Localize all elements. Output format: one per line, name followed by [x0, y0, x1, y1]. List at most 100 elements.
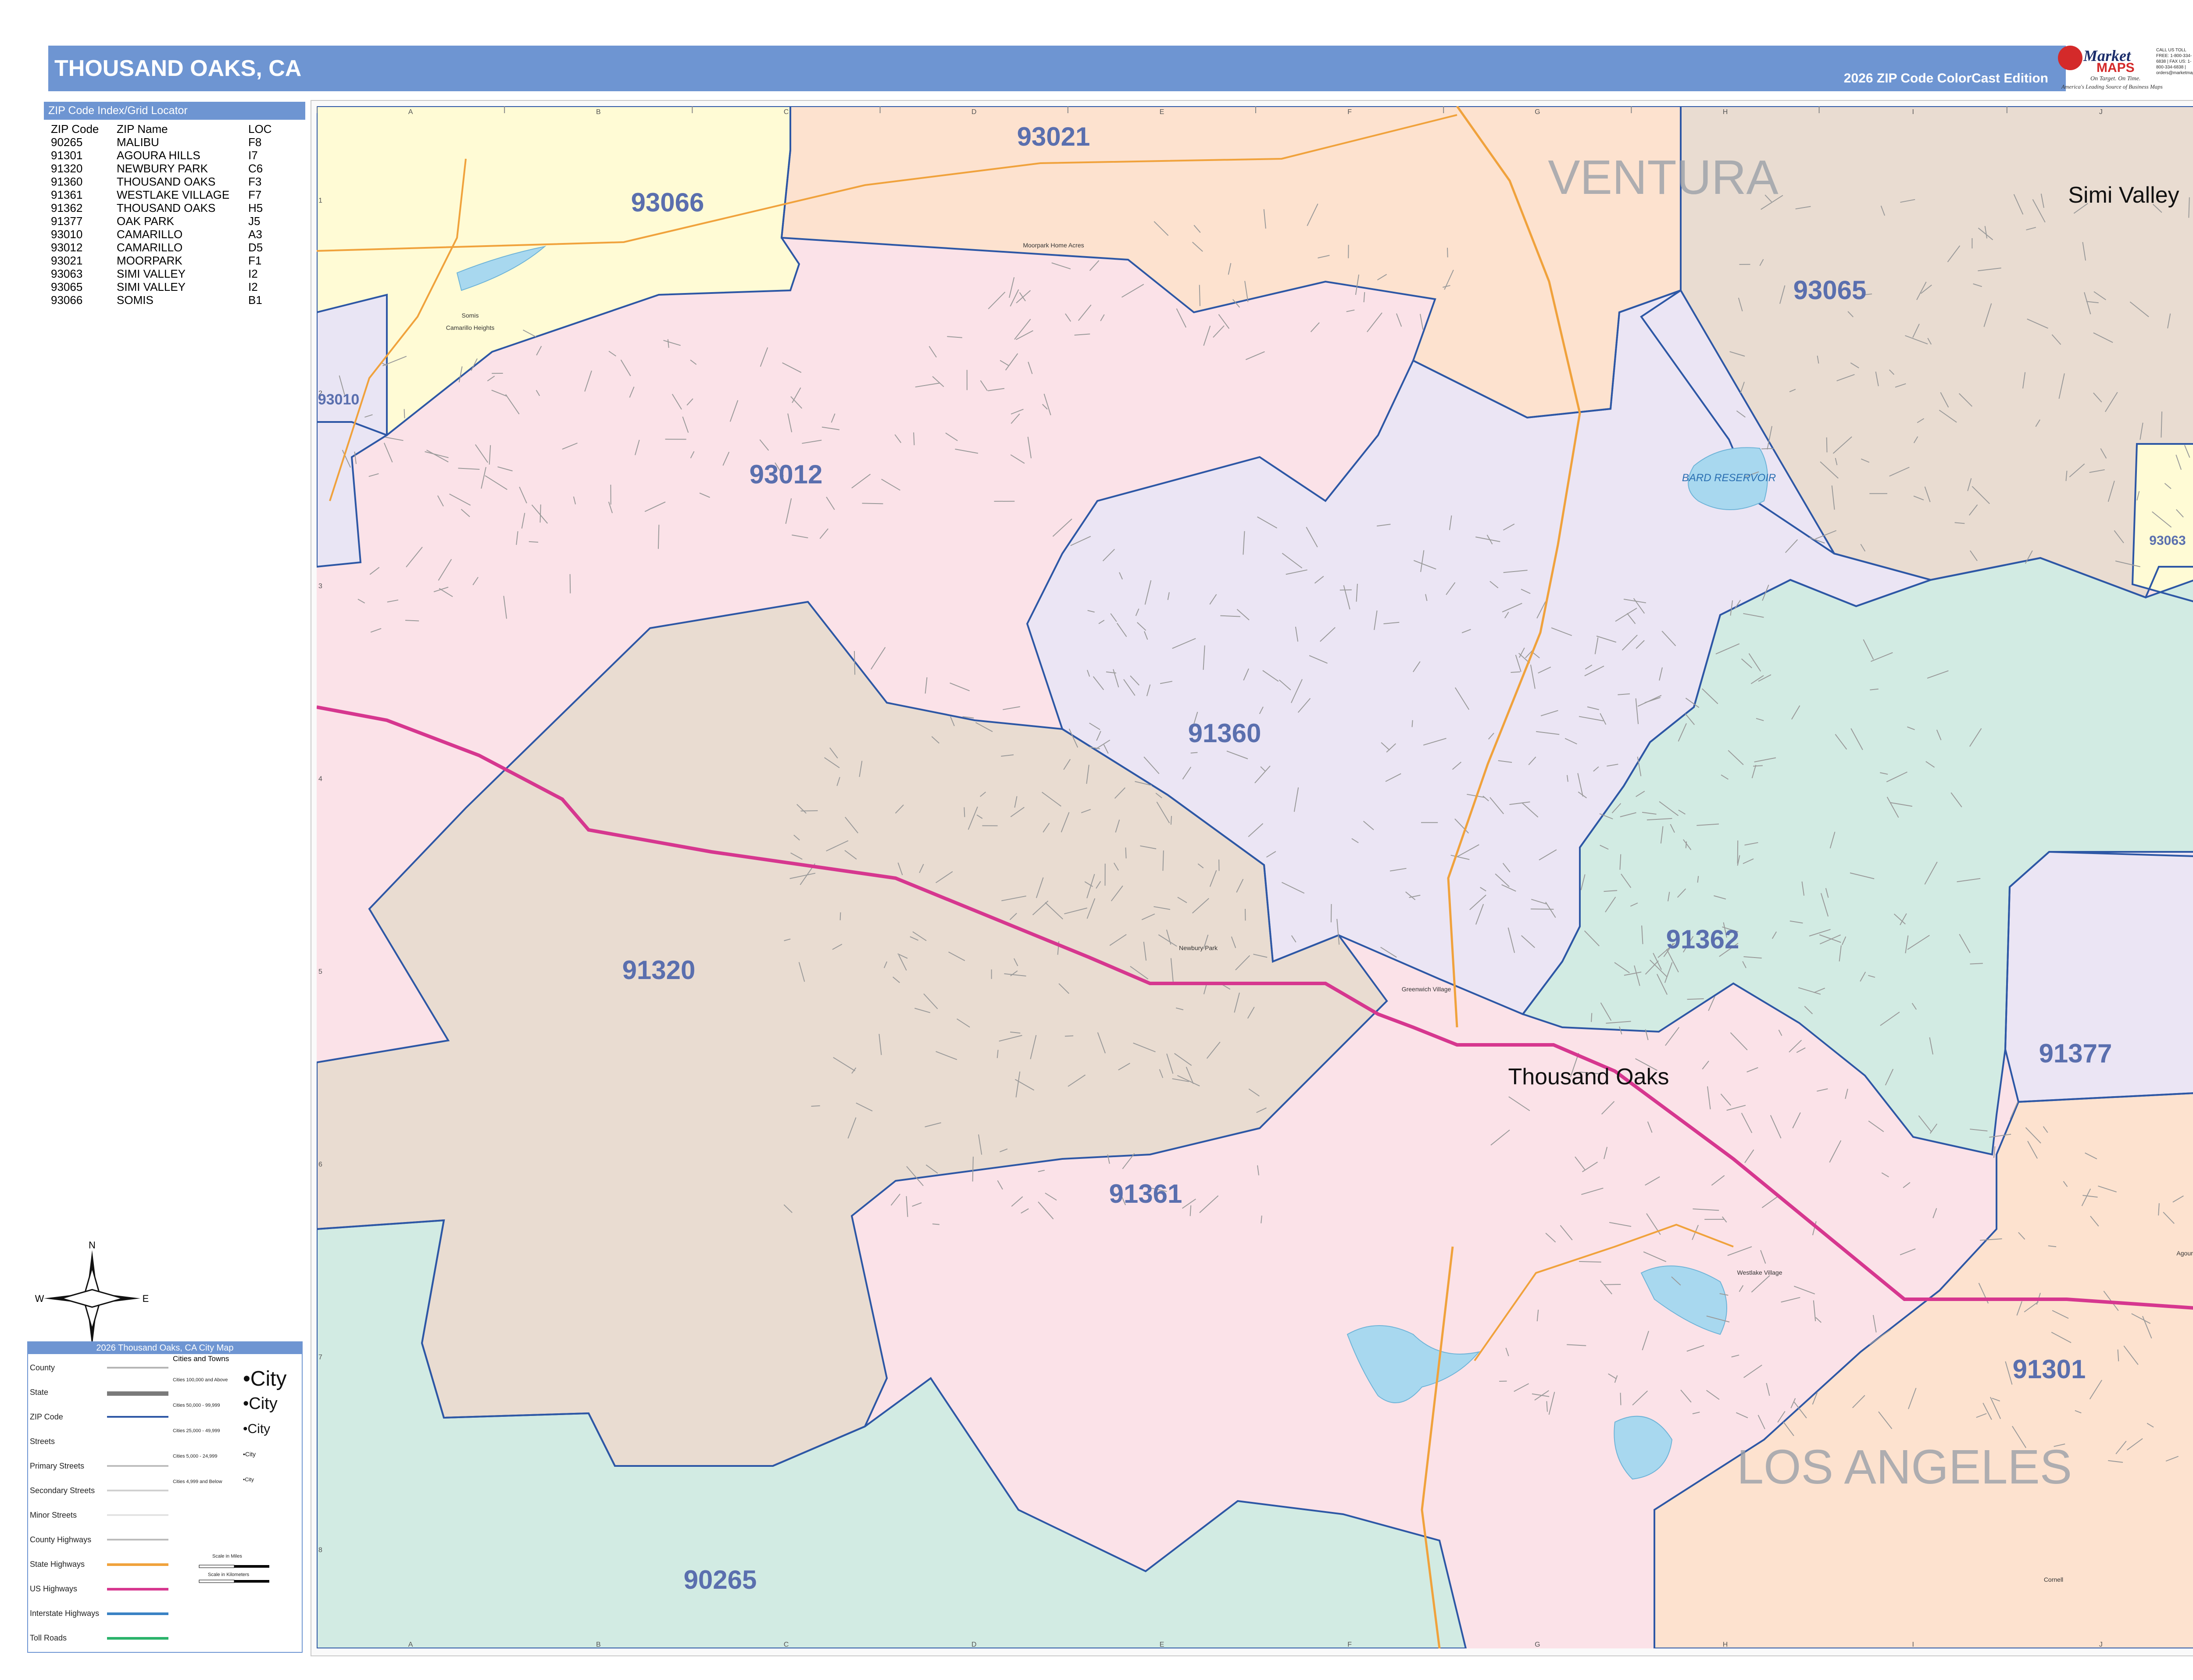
minor-street: [1447, 247, 1448, 257]
legend-city-sample: •City: [243, 1476, 254, 1483]
legend-symbol: [107, 1465, 168, 1467]
zip-index-row[interactable]: 93063 SIMI VALLEY I2: [51, 267, 271, 280]
zip-label-91377[interactable]: 91377: [2039, 1039, 2112, 1068]
grid-loc-cell: J5: [248, 214, 261, 228]
zip-index-row[interactable]: 93066 SOMIS B1: [51, 293, 271, 307]
grid-row-label: 5: [318, 968, 322, 976]
legend-item-label: State: [30, 1388, 49, 1397]
grid-row-label: 6: [318, 1161, 322, 1168]
zip-label-91361[interactable]: 91361: [1109, 1179, 1182, 1208]
grid-row-label: 4: [318, 775, 322, 783]
grid-col-label: C: [784, 108, 789, 116]
zip-index-row[interactable]: 91361 WESTLAKE VILLAGE F7: [51, 188, 271, 201]
grid-col-label: E: [1160, 108, 1164, 116]
legend-symbol: [107, 1490, 168, 1491]
zip-label-93065[interactable]: 93065: [1793, 275, 1867, 305]
compass-rose-icon: N S W E: [35, 1241, 149, 1355]
legend-city-class: Cities 25,000 - 49,999: [173, 1428, 220, 1433]
zip-label-93063[interactable]: 93063: [2149, 533, 2186, 548]
zip-index-row[interactable]: 93010 CAMARILLO A3: [51, 228, 271, 241]
zip-name-cell: WESTLAKE VILLAGE: [117, 188, 230, 201]
zip-label-91360[interactable]: 91360: [1188, 718, 1261, 748]
grid-loc-cell: F3: [248, 175, 262, 188]
grid-loc-cell: F7: [248, 188, 262, 201]
zip-index-row[interactable]: 91362 THOUSAND OAKS H5: [51, 201, 271, 214]
water-label: BARD RESERVOIR: [1682, 472, 1776, 484]
grid-loc-cell: A3: [248, 228, 262, 241]
publisher-logo[interactable]: Market MAPS On Target. On Time. America'…: [2053, 43, 2193, 94]
zip-index-table: ZIP Code ZIP Name LOC 90265 MALIBU F8 91301…: [51, 122, 271, 307]
map-legend: 2026 Thousand Oaks, CA City Map County St…: [27, 1341, 303, 1653]
grid-col-label: E: [1160, 1641, 1164, 1648]
legend-city-class: Cities 100,000 and Above: [173, 1377, 228, 1383]
title-bar: THOUSAND OAKS, CA 2026 ZIP Code ColorCas…: [48, 46, 2066, 91]
zip-label-91362[interactable]: 91362: [1666, 925, 1739, 954]
grid-col-label: B: [596, 108, 601, 116]
legend-item-label: US Highways: [30, 1584, 78, 1593]
zip-index-header-row: ZIP Code ZIP Name LOC: [51, 122, 271, 136]
legend-symbol: [107, 1539, 168, 1541]
grid-col-label: A: [408, 108, 413, 116]
zip-code-cell: 93021: [51, 254, 83, 267]
zip-index-row[interactable]: 93021 MOORPARK F1: [51, 254, 271, 267]
zip-code-cell: 93066: [51, 293, 83, 307]
zip-label-93010[interactable]: 93010: [318, 391, 360, 408]
legend-city-sample: •City: [243, 1367, 287, 1390]
grid-loc-cell: I7: [248, 149, 258, 162]
legend-item-label: Primary Streets: [30, 1462, 85, 1470]
zip-area-93063[interactable]: [2132, 444, 2193, 602]
compass-n: N: [89, 1241, 96, 1251]
grid-loc-cell: D5: [248, 241, 263, 254]
minor-street: [1591, 1013, 1593, 1022]
grid-col-label: G: [1535, 108, 1540, 116]
zip-label-90265[interactable]: 90265: [684, 1565, 757, 1594]
legend-item-label: County: [30, 1363, 55, 1372]
legend-city-class: Cities 4,999 and Below: [173, 1479, 222, 1484]
zip-code-cell: 93012: [51, 241, 83, 254]
zip-index-row[interactable]: 91301 AGOURA HILLS I7: [51, 149, 271, 162]
legend-symbol: [107, 1514, 168, 1516]
grid-loc-cell: H5: [248, 201, 263, 214]
zip-index-row[interactable]: 91320 NEWBURY PARK C6: [51, 162, 271, 175]
zip-label-93021[interactable]: 93021: [1017, 122, 1090, 151]
legend-symbol: [107, 1391, 168, 1396]
zip-name-cell: AGOURA HILLS: [117, 149, 200, 162]
grid-row-label: 7: [318, 1354, 322, 1361]
zip-index-row[interactable]: 90265 MALIBU F8: [51, 136, 271, 149]
legend-symbol: [107, 1588, 168, 1591]
legend-item-label: Interstate Highways: [30, 1609, 100, 1618]
zip-label-91301[interactable]: 91301: [2013, 1355, 2086, 1384]
place-label: Agoura H: [2176, 1250, 2193, 1257]
legend-symbol: [107, 1612, 168, 1615]
place-label: Newbury Park: [1179, 944, 1218, 951]
zip-index-row[interactable]: 91360 THOUSAND OAKS F3: [51, 175, 271, 188]
zip-name-cell: MOORPARK: [117, 254, 182, 267]
legend-city-sample: •City: [243, 1394, 278, 1413]
zip-label-93066[interactable]: 93066: [631, 188, 704, 217]
grid-col-label: I: [1912, 108, 1914, 116]
zip-label-91320[interactable]: 91320: [622, 955, 696, 985]
legend-symbol: [107, 1563, 168, 1566]
legend-symbol: [107, 1367, 168, 1369]
legend-item-label: County Highways: [30, 1535, 92, 1544]
contact-info: CALL US TOLL FREE: 1-800-334-6838 | FAX …: [2156, 48, 2193, 75]
zip-name-cell: NEWBURY PARK: [117, 162, 208, 175]
zip-index-row[interactable]: 93012 CAMARILLO D5: [51, 241, 271, 254]
legend-city-sample: •City: [243, 1451, 256, 1458]
minor-street: [1125, 847, 1127, 858]
place-label: Greenwich Village: [1402, 986, 1451, 993]
grid-loc-cell: C6: [248, 162, 263, 175]
zip-index-panel: ZIP Code Index/Grid Locator ZIP Code ZIP…: [44, 102, 305, 307]
city-label[interactable]: Thousand Oaks: [1508, 1064, 1669, 1090]
zip-code-map[interactable]: AABBCCDDEEFFGGHHIIJJ12345678 93021930669…: [317, 106, 2193, 1648]
minor-street: [569, 574, 571, 593]
zip-label-93012[interactable]: 93012: [750, 460, 823, 489]
city-label[interactable]: Simi Valley: [2068, 182, 2179, 208]
minor-street: [1170, 816, 1172, 825]
col-header: ZIP Name: [117, 122, 168, 136]
grid-col-label: F: [1347, 108, 1352, 116]
zip-index-row[interactable]: 91377 OAK PARK J5: [51, 214, 271, 228]
grid-col-label: H: [1723, 108, 1728, 116]
minor-street: [839, 912, 841, 920]
zip-index-row[interactable]: 93065 SIMI VALLEY I2: [51, 280, 271, 293]
